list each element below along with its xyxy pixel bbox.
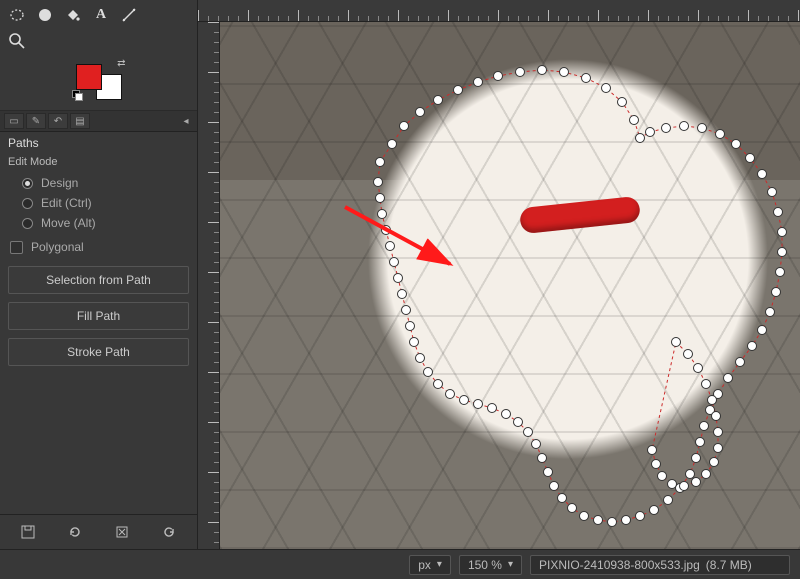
tool-options-panel: Paths Edit Mode Design Edit (Ctrl) Move … xyxy=(0,132,197,514)
text-tool-icon[interactable]: A xyxy=(90,4,112,26)
panel-menu-icon[interactable]: ◂ xyxy=(179,116,193,127)
mode-move-radio[interactable]: Move (Alt) xyxy=(8,214,189,232)
mode-move-label: Move (Alt) xyxy=(41,216,96,230)
ruler-horizontal[interactable] xyxy=(198,0,800,22)
tool-options-title: Paths xyxy=(8,136,189,150)
polygonal-label: Polygonal xyxy=(31,240,84,254)
swap-colors-icon[interactable]: ⇄ xyxy=(117,58,125,69)
unit-value: px xyxy=(418,558,431,572)
status-bar: px ▾ 150 % ▾ PIXNIO-2410938-800x533.jpg … xyxy=(0,549,800,579)
tool-options-tabs: ▭ ✎ ↶ ▤ ◂ xyxy=(0,111,197,132)
filename-display: PIXNIO-2410938-800x533.jpg (8.7 MB) xyxy=(530,555,790,575)
save-preset-icon[interactable] xyxy=(14,521,42,543)
mode-design-label: Design xyxy=(41,176,78,190)
reset-preset-icon[interactable] xyxy=(155,521,183,543)
polygonal-checkbox[interactable]: Polygonal xyxy=(8,234,189,264)
tab-tool-options-icon[interactable]: ▭ xyxy=(4,113,24,129)
edit-mode-label: Edit Mode xyxy=(8,156,189,168)
radio-icon xyxy=(22,178,33,189)
foreground-color-swatch[interactable] xyxy=(76,64,102,90)
filesize-text: (8.7 MB) xyxy=(706,558,752,572)
mode-edit-radio[interactable]: Edit (Ctrl) xyxy=(8,194,189,212)
tab-device-status-icon[interactable]: ✎ xyxy=(26,113,46,129)
filename-text: PIXNIO-2410938-800x533.jpg xyxy=(539,558,700,572)
tool-options-footer xyxy=(0,514,197,549)
bucket-fill-tool-icon[interactable] xyxy=(62,4,84,26)
ruler-vertical[interactable] xyxy=(198,22,220,549)
selection-from-path-button[interactable]: Selection from Path xyxy=(8,266,189,294)
tab-undo-history-icon[interactable]: ↶ xyxy=(48,113,68,129)
mode-edit-label: Edit (Ctrl) xyxy=(41,196,92,210)
canvas-area xyxy=(198,0,800,549)
image-content xyxy=(220,22,800,549)
radio-icon xyxy=(22,218,33,229)
gradient-tool-icon[interactable] xyxy=(34,4,56,26)
zoom-tool-icon[interactable] xyxy=(6,30,28,52)
mode-design-radio[interactable]: Design xyxy=(8,174,189,192)
stroke-path-button[interactable]: Stroke Path xyxy=(8,338,189,366)
restore-preset-icon[interactable] xyxy=(61,521,89,543)
radio-icon xyxy=(22,198,33,209)
chevron-down-icon: ▾ xyxy=(508,559,513,570)
tab-images-icon[interactable]: ▤ xyxy=(70,113,90,129)
checkbox-icon xyxy=(10,241,23,254)
color-swatch[interactable]: ⇄ xyxy=(72,60,126,100)
measure-tool-icon[interactable] xyxy=(118,4,140,26)
reset-colors-icon[interactable] xyxy=(72,90,82,100)
chevron-down-icon: ▾ xyxy=(437,559,442,570)
delete-preset-icon[interactable] xyxy=(108,521,136,543)
fill-path-button[interactable]: Fill Path xyxy=(8,302,189,330)
zoom-select[interactable]: 150 % ▾ xyxy=(459,555,522,575)
toolbox: A ⇄ xyxy=(0,0,197,111)
zoom-value: 150 % xyxy=(468,558,502,572)
left-sidebar: A ⇄ ▭ ✎ ↶ ▤ ◂ xyxy=(0,0,198,549)
image-viewport[interactable] xyxy=(220,22,800,549)
ellipse-select-tool-icon[interactable] xyxy=(6,4,28,26)
unit-select[interactable]: px ▾ xyxy=(409,555,451,575)
